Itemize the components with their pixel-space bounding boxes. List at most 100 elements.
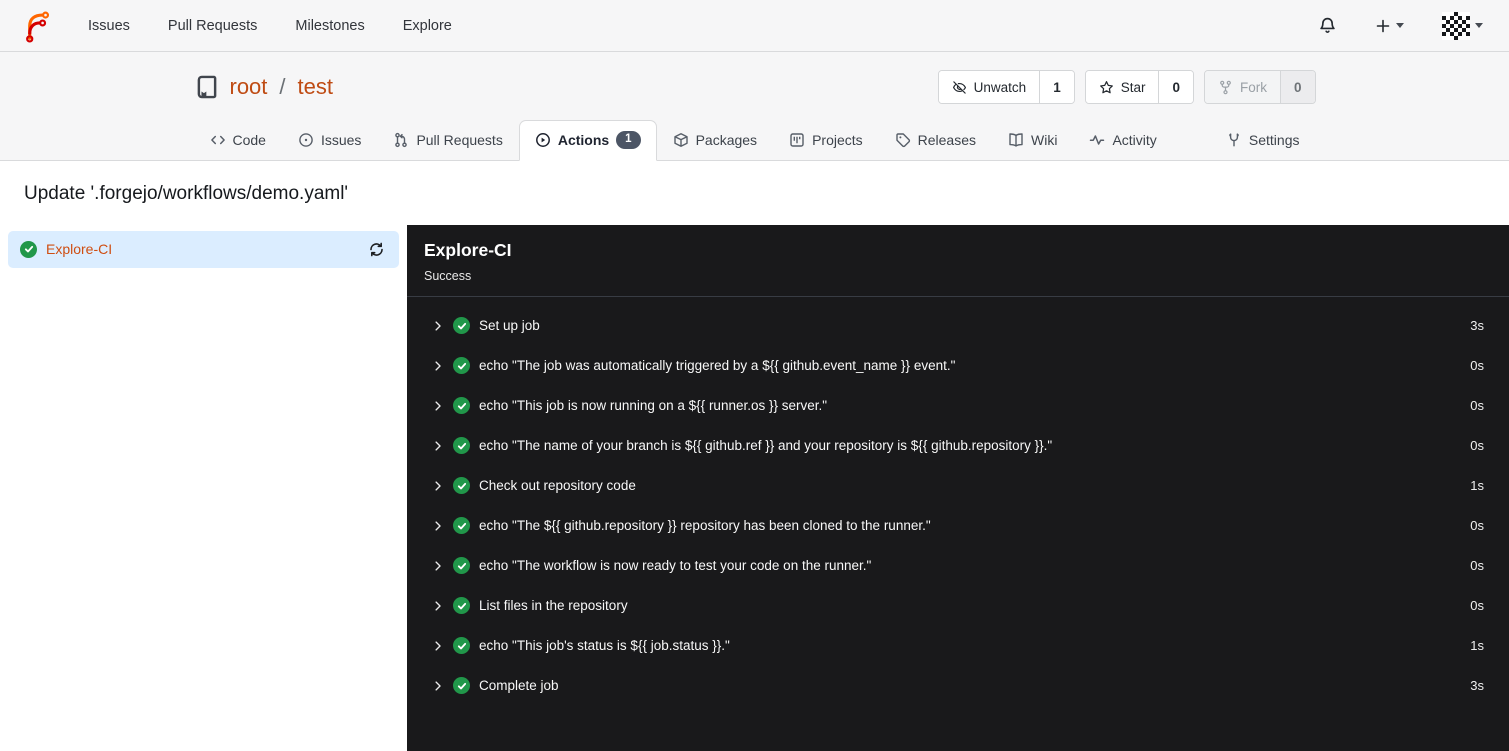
job-steps-list: Set up job 3s echo "The job was automati… [407,297,1509,715]
step-name: Check out repository code [479,478,636,494]
user-menu-button[interactable] [1438,8,1487,44]
chevron-right-icon [432,360,444,372]
panel-job-status: Success [424,268,472,283]
unwatch-button[interactable]: Unwatch [938,71,1040,103]
chevron-right-icon [432,320,444,332]
notifications-button[interactable] [1314,12,1341,39]
step-row-7[interactable]: List files in the repository 0s [423,586,1493,626]
pulse-icon [1089,132,1105,148]
job-name-link: Explore-CI [46,241,113,258]
tab-label: Settings [1248,131,1300,148]
actions-count-badge: 1 [616,131,641,149]
step-row-9[interactable]: Complete job 3s [423,666,1493,706]
stars-count[interactable]: 0 [1158,71,1193,103]
tab-label: Issues [320,131,362,148]
fork-button-group: Fork 0 [1203,70,1316,104]
tab-label: Releases [917,131,977,148]
eye-slash-icon [952,80,967,95]
user-avatar [1442,11,1470,40]
tag-icon [895,132,911,148]
rerun-job-button[interactable] [366,239,387,260]
step-row-3[interactable]: echo "The name of your branch is ${{ git… [423,426,1493,466]
step-success-icon [453,357,470,375]
star-button-group: Star 0 [1084,70,1194,104]
fork-icon [1218,80,1233,95]
step-row-6[interactable]: echo "The workflow is now ready to test … [423,546,1493,586]
tab-releases[interactable]: Releases [879,120,992,161]
issue-icon [298,132,314,148]
pull-request-icon [393,132,409,148]
tab-wiki[interactable]: Wiki [992,120,1073,161]
step-row-2[interactable]: echo "This job is now running on a ${{ r… [423,386,1493,426]
step-row-1[interactable]: echo "The job was automatically triggere… [423,346,1493,386]
step-name: echo "The name of your branch is ${{ git… [479,438,1053,454]
repo-owner-link[interactable]: root [230,74,268,100]
repo-name-link[interactable]: test [298,74,333,100]
job-success-icon [20,240,37,258]
unwatch-label: Unwatch [973,79,1027,95]
wrench-icon [1226,132,1242,148]
tab-code[interactable]: Code [194,120,282,161]
step-duration: 0s [1470,598,1484,614]
tab-label: Packages [695,131,758,148]
star-button[interactable]: Star [1085,71,1159,103]
step-row-8[interactable]: echo "This job's status is ${{ job.statu… [423,626,1493,666]
nav-pull-requests[interactable]: Pull Requests [168,18,257,34]
step-success-icon [453,477,470,495]
package-icon [673,132,689,148]
nav-explore[interactable]: Explore [403,18,452,34]
step-name: List files in the repository [479,598,628,614]
chevron-right-icon [432,560,444,572]
step-name: Set up job [479,318,540,334]
forks-count: 0 [1279,71,1315,103]
nav-milestones[interactable]: Milestones [295,18,364,34]
chevron-right-icon [432,600,444,612]
forgejo-logo-icon[interactable] [22,9,52,43]
watchers-count[interactable]: 1 [1039,71,1074,103]
job-log-header: Explore-CI Success [407,225,1509,297]
tab-activity[interactable]: Activity [1073,120,1172,161]
step-success-icon [453,557,470,575]
repo-header: root / test Unwatch 1 Star 0 Fork 0 Code… [0,52,1509,161]
create-new-button[interactable] [1371,14,1408,38]
step-duration: 1s [1470,478,1484,494]
repo-breadcrumb: root / test [194,74,333,100]
repo-tabs-bar: Code Issues Pull Requests Actions 1 Pack… [0,120,1509,161]
step-success-icon [453,677,470,695]
open-book-icon [1008,132,1024,148]
job-list-item-explore-ci[interactable]: Explore-CI [8,230,399,268]
step-duration: 0s [1470,518,1484,534]
chevron-right-icon [432,640,444,652]
fork-button[interactable]: Fork [1204,71,1280,103]
tab-label: Pull Requests [416,131,503,148]
code-icon [210,132,226,148]
job-log-panel: Explore-CI Success Set up job 3s echo "T… [407,224,1509,751]
chevron-right-icon [432,480,444,492]
tab-packages[interactable]: Packages [657,120,773,161]
nav-issues[interactable]: Issues [88,18,130,34]
step-row-4[interactable]: Check out repository code 1s [423,466,1493,506]
step-name: echo "This job's status is ${{ job.statu… [479,638,730,654]
step-name: echo "The workflow is now ready to test … [479,558,872,574]
tab-issues[interactable]: Issues [282,120,377,161]
step-row-0[interactable]: Set up job 3s [423,306,1493,346]
step-name: echo "This job is now running on a ${{ r… [479,398,828,414]
step-success-icon [453,437,470,455]
tab-settings[interactable]: Settings [1210,120,1316,161]
project-board-icon [789,132,805,148]
chevron-right-icon [432,680,444,692]
caret-down-icon [1396,23,1404,28]
step-duration: 0s [1470,558,1484,574]
step-row-5[interactable]: echo "The ${{ github.repository }} repos… [423,506,1493,546]
tab-actions[interactable]: Actions 1 [518,120,657,161]
star-icon [1099,80,1114,95]
tab-projects[interactable]: Projects [773,120,879,161]
tab-pull-requests[interactable]: Pull Requests [377,120,518,161]
run-content: Explore-CI Explore-CI Success Set up job… [0,224,1509,751]
repo-book-icon [194,74,220,100]
main-nav: Issues Pull Requests Milestones Explore [88,18,452,34]
tab-label: Actions [557,131,610,148]
step-success-icon [453,317,470,335]
step-success-icon [453,597,470,615]
step-duration: 1s [1470,638,1484,654]
